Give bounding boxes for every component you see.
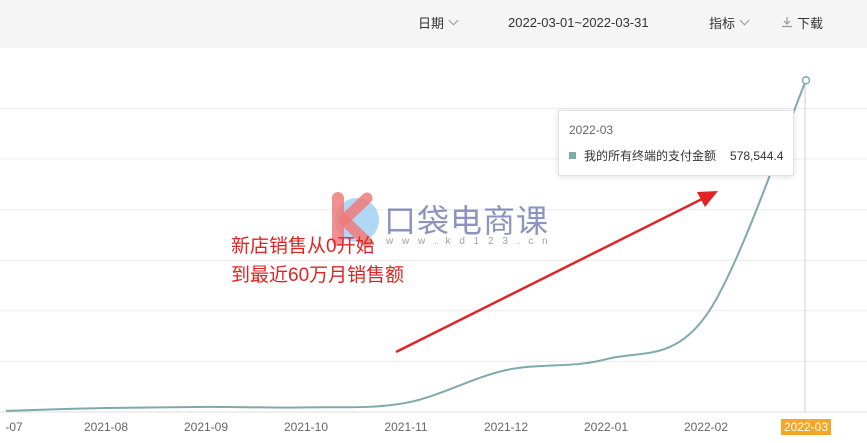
tooltip-row: 我的所有终端的支付金额 578,544.4 (569, 147, 783, 164)
x-tick-label: 2021-08 (83, 420, 129, 434)
annotation-text: 新店销售从0开始 到最近60万月销售额 (231, 232, 404, 290)
data-point[interactable] (801, 76, 811, 85)
x-tick-label: 2022-03 (780, 419, 832, 435)
watermark-url: w w w . k d 1 2 3 . c n (386, 236, 551, 247)
annotation-line-1: 新店销售从0开始 (231, 236, 375, 257)
x-tick-label: 2021-10 (283, 420, 329, 434)
tooltip-value: 578,544.4 (730, 148, 784, 163)
chart-tooltip: 2022-03 我的所有终端的支付金额 578,544.4 (558, 110, 794, 176)
x-tick-label: 2021-11 (384, 420, 428, 434)
x-tick-label: 2022-01 (583, 420, 629, 434)
x-tick-label: 2022-02 (683, 420, 729, 434)
x-tick-label: 2021-09 (183, 420, 229, 434)
tooltip-series-name: 我的所有终端的支付金额 (584, 149, 717, 163)
tooltip-title: 2022-03 (569, 123, 614, 137)
legend-swatch (569, 152, 576, 159)
annotation-line-2: 到最近60万月销售额 (231, 265, 405, 286)
x-tick-label: 2021-12 (483, 420, 529, 434)
data-points (801, 76, 811, 85)
x-tick-label: -07 (5, 420, 23, 434)
